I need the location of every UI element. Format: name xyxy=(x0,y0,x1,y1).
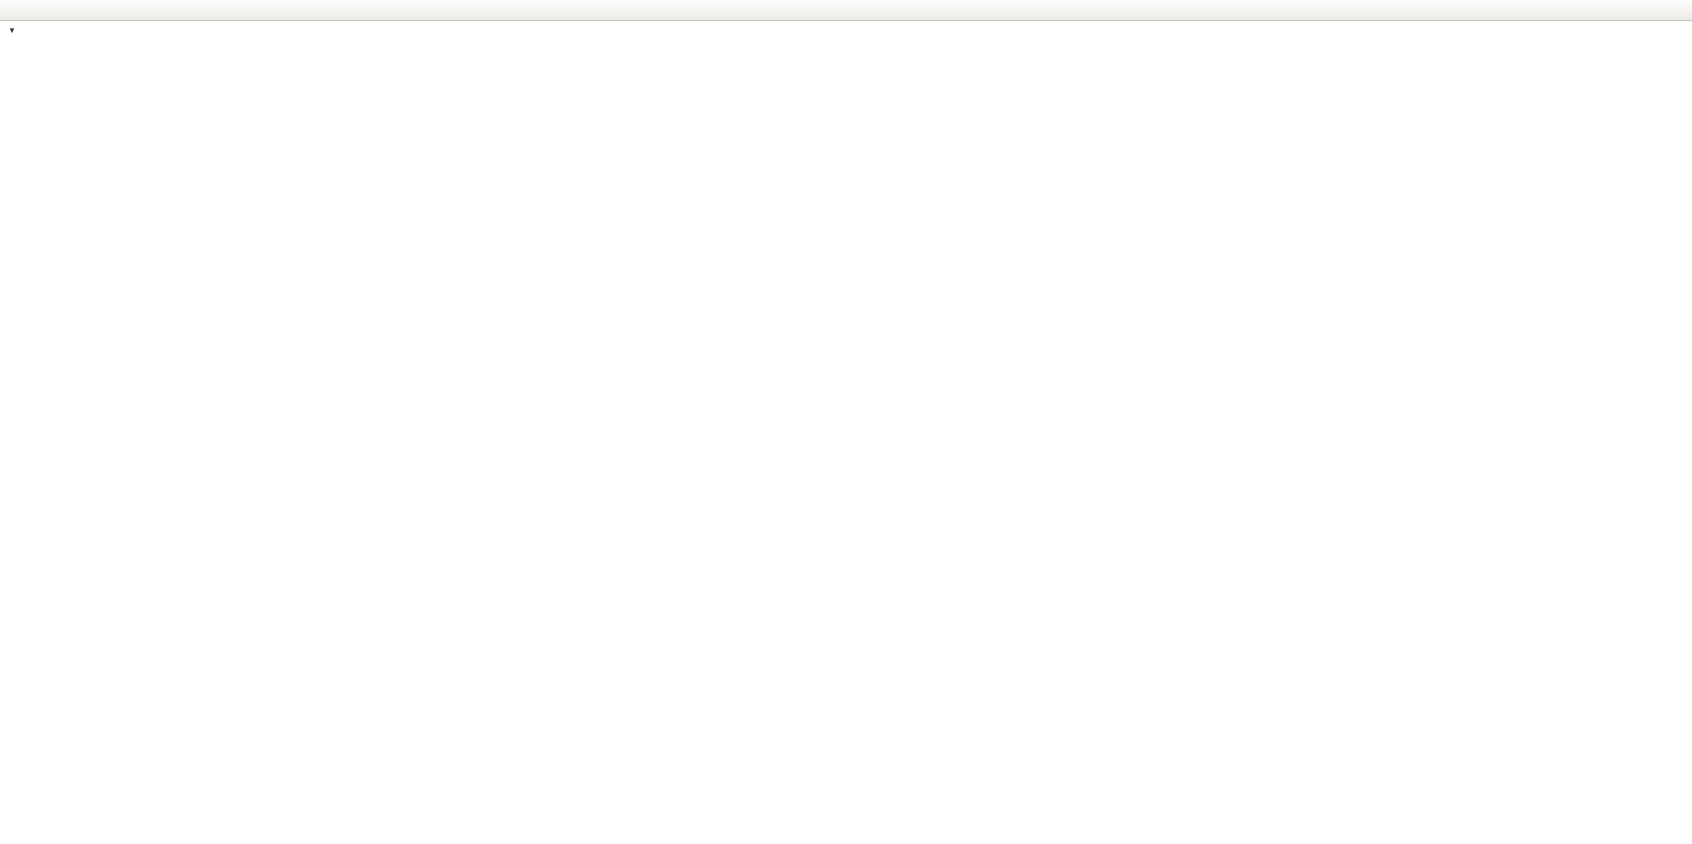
trading-terminal-window: ▼ xyxy=(0,0,1692,844)
chart-title: ▼ xyxy=(8,26,30,35)
chart-dropdown-icon[interactable]: ▼ xyxy=(8,26,16,35)
chart-canvas[interactable] xyxy=(0,22,1692,844)
main-toolbar xyxy=(0,0,1692,21)
chart-window: ▼ xyxy=(0,22,1692,844)
